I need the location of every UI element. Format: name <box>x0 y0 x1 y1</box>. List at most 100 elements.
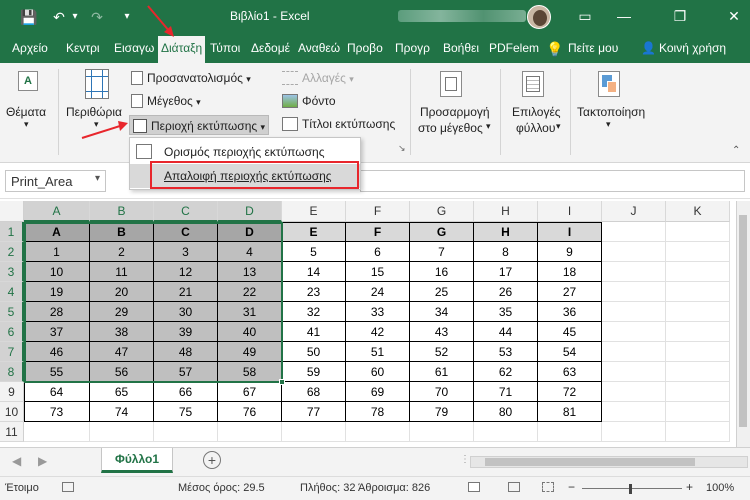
table-cell[interactable]: 6 <box>346 242 410 262</box>
table-cell[interactable]: 24 <box>346 282 410 302</box>
account-name[interactable] <box>398 10 526 22</box>
table-cell[interactable]: 13 <box>218 262 282 282</box>
redo-icon[interactable]: ↷ <box>88 8 106 26</box>
table-cell[interactable] <box>90 422 154 442</box>
sheet-options-dots-icon[interactable]: ⋮ <box>460 454 470 465</box>
table-cell[interactable]: 59 <box>282 362 346 382</box>
column-header[interactable]: D <box>218 201 282 222</box>
table-cell[interactable]: 67 <box>218 382 282 402</box>
empty-cell[interactable] <box>602 282 666 302</box>
table-cell[interactable]: 21 <box>154 282 218 302</box>
table-cell[interactable]: 27 <box>538 282 602 302</box>
table-cell[interactable]: 73 <box>24 402 90 422</box>
vertical-scrollbar-thumb[interactable] <box>739 215 747 427</box>
table-cell[interactable]: 39 <box>154 322 218 342</box>
tab-pdfelement[interactable]: PDFelem <box>489 41 539 55</box>
empty-cell[interactable] <box>666 402 730 422</box>
table-cell[interactable]: 79 <box>410 402 474 422</box>
sheet-tab-fyllo1[interactable]: Φύλλο1 <box>101 448 173 473</box>
table-cell[interactable]: 81 <box>538 402 602 422</box>
table-cell[interactable]: 63 <box>538 362 602 382</box>
table-cell[interactable]: 26 <box>474 282 538 302</box>
table-cell[interactable]: 75 <box>154 402 218 422</box>
save-icon[interactable]: 💾 <box>20 8 38 26</box>
table-cell[interactable]: 60 <box>346 362 410 382</box>
size-button[interactable]: Μέγεθος ▾ <box>131 92 201 110</box>
zoom-slider[interactable] <box>582 488 682 489</box>
empty-cell[interactable] <box>602 402 666 422</box>
table-cell[interactable]: 31 <box>218 302 282 322</box>
tab-developer[interactable]: Προγρ <box>395 41 430 55</box>
table-cell[interactable]: 2 <box>90 242 154 262</box>
empty-cell[interactable] <box>666 282 730 302</box>
tab-insert[interactable]: Εισαγω <box>114 41 154 55</box>
table-cell[interactable]: 58 <box>218 362 282 382</box>
column-header[interactable]: F <box>346 201 410 222</box>
table-cell[interactable]: 62 <box>474 362 538 382</box>
tab-help[interactable]: Βοήθει <box>443 41 479 55</box>
empty-cell[interactable] <box>602 382 666 402</box>
empty-cell[interactable] <box>602 242 666 262</box>
table-cell[interactable]: 34 <box>410 302 474 322</box>
undo-dropdown-icon[interactable]: ▾ <box>66 8 84 26</box>
minimize-button[interactable]: — <box>614 6 634 26</box>
empty-cell[interactable] <box>666 262 730 282</box>
empty-cell[interactable] <box>666 342 730 362</box>
table-cell[interactable]: 22 <box>218 282 282 302</box>
empty-cell[interactable] <box>602 322 666 342</box>
ribbon-display-options-icon[interactable]: ▭ <box>575 6 595 26</box>
column-header[interactable]: A <box>24 201 90 222</box>
table-cell[interactable]: 45 <box>538 322 602 342</box>
header-cell[interactable]: C <box>154 222 218 242</box>
row-header[interactable]: 8 <box>0 362 24 382</box>
print-titles-button[interactable]: Τίτλοι εκτύπωσης <box>282 115 395 133</box>
table-cell[interactable]: 70 <box>410 382 474 402</box>
horizontal-scrollbar[interactable] <box>470 456 748 468</box>
empty-cell[interactable] <box>666 422 730 442</box>
empty-cell[interactable] <box>666 242 730 262</box>
table-cell[interactable]: 25 <box>410 282 474 302</box>
table-cell[interactable]: 15 <box>346 262 410 282</box>
macro-record-icon[interactable] <box>62 482 74 492</box>
themes-dropdown-icon[interactable]: ▾ <box>24 119 29 130</box>
table-cell[interactable]: 69 <box>346 382 410 402</box>
table-cell[interactable]: 5 <box>282 242 346 262</box>
column-header[interactable]: G <box>410 201 474 222</box>
background-button[interactable]: Φόντο <box>282 92 336 110</box>
table-cell[interactable]: 66 <box>154 382 218 402</box>
prev-sheet-icon[interactable]: ◀ <box>12 454 21 468</box>
table-cell[interactable]: 72 <box>538 382 602 402</box>
sheet-options-icon[interactable] <box>522 71 544 97</box>
empty-cell[interactable] <box>666 322 730 342</box>
column-header[interactable]: K <box>666 201 730 222</box>
column-header[interactable]: C <box>154 201 218 222</box>
arrange-icon[interactable] <box>598 71 620 97</box>
table-cell[interactable]: 49 <box>218 342 282 362</box>
row-header[interactable]: 3 <box>0 262 24 282</box>
empty-cell[interactable] <box>602 302 666 322</box>
tell-me-search[interactable]: Πείτε μου <box>568 41 618 55</box>
table-cell[interactable]: 64 <box>24 382 90 402</box>
column-header[interactable]: J <box>602 201 666 222</box>
table-cell[interactable]: 57 <box>154 362 218 382</box>
empty-cell[interactable] <box>602 262 666 282</box>
tab-home[interactable]: Κεντρι <box>66 41 100 55</box>
table-cell[interactable]: 11 <box>90 262 154 282</box>
row-header[interactable]: 7 <box>0 342 24 362</box>
table-cell[interactable]: 42 <box>346 322 410 342</box>
row-header[interactable]: 1 <box>0 222 24 242</box>
sheet-options-line1[interactable]: Επιλογές <box>512 105 561 119</box>
zoom-out-icon[interactable]: − <box>568 480 575 494</box>
table-cell[interactable]: 16 <box>410 262 474 282</box>
column-header[interactable]: H <box>474 201 538 222</box>
table-cell[interactable]: 65 <box>90 382 154 402</box>
row-header[interactable]: 11 <box>0 422 24 442</box>
formula-input[interactable] <box>360 170 745 192</box>
lightbulb-icon[interactable]: 💡 <box>546 41 563 58</box>
table-cell[interactable]: 53 <box>474 342 538 362</box>
print-area-button[interactable]: Περιοχή εκτύπωσης ▾ <box>129 115 270 135</box>
table-cell[interactable]: 12 <box>154 262 218 282</box>
empty-cell[interactable] <box>602 422 666 442</box>
table-cell[interactable]: 77 <box>282 402 346 422</box>
table-cell[interactable]: 40 <box>218 322 282 342</box>
